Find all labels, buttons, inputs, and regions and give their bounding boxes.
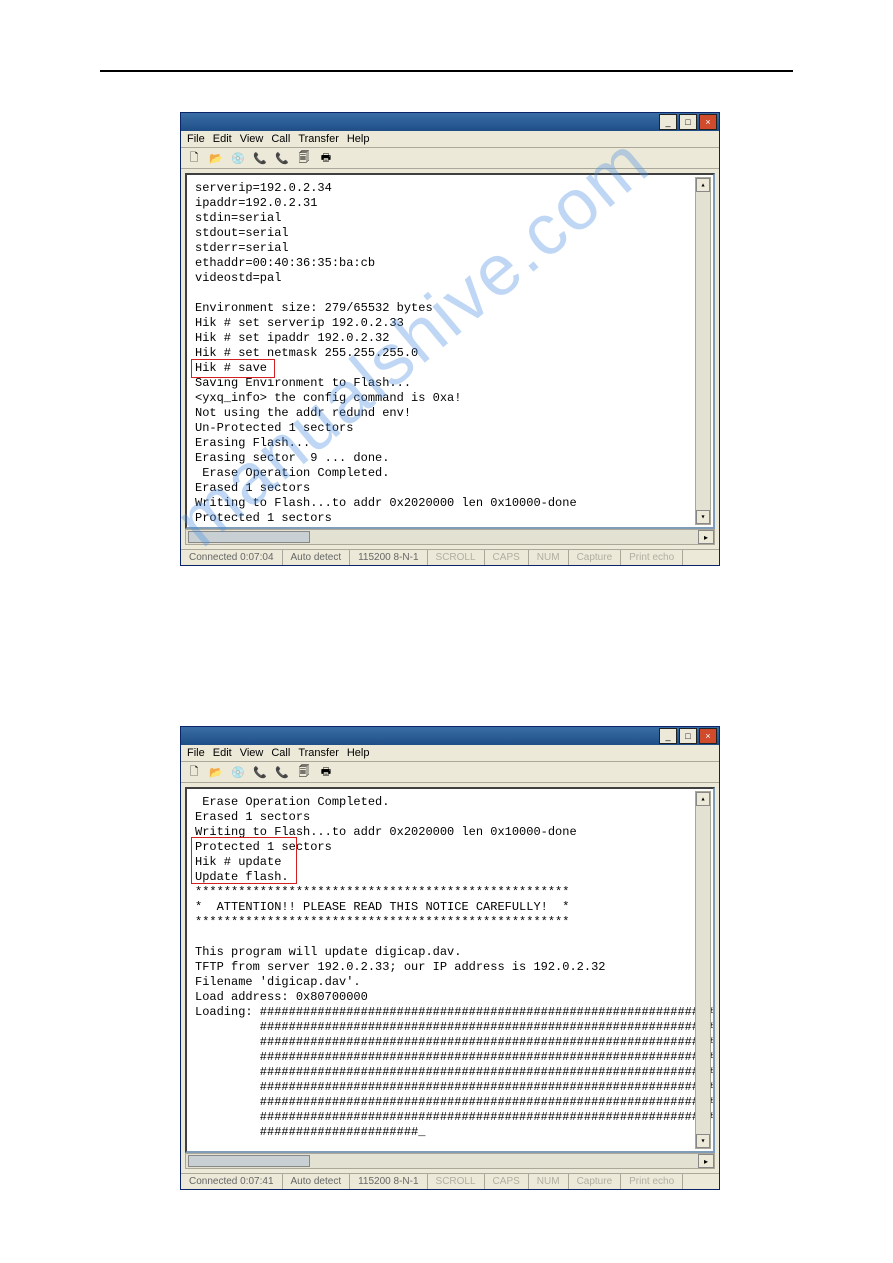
horizontal-scrollbar[interactable]: ▸ [185,1153,715,1169]
menu-transfer[interactable]: Transfer [298,133,339,145]
status-bar: Connected 0:07:04 Auto detect 115200 8-N… [181,549,719,565]
status-scroll: SCROLL [428,550,485,565]
menubar: File Edit View Call Transfer Help [181,131,719,148]
status-autodetect: Auto detect [283,1174,351,1189]
copy-icon[interactable]: 🗐 [295,764,313,780]
menu-edit[interactable]: Edit [213,133,232,145]
minimize-button[interactable]: _ [659,114,677,130]
page-divider [100,70,793,72]
status-num: NUM [529,550,569,565]
menu-help[interactable]: Help [347,133,370,145]
scroll-right-icon[interactable]: ▸ [698,1154,714,1168]
vertical-scrollbar[interactable]: ▴ ▾ [695,177,711,525]
disc-icon[interactable]: 💿 [229,764,247,780]
scroll-down-icon[interactable]: ▾ [696,510,710,524]
status-caps: CAPS [485,550,529,565]
titlebar: _ □ × [181,727,719,745]
status-connected: Connected 0:07:41 [181,1174,283,1189]
status-scroll: SCROLL [428,1174,485,1189]
status-encoding: 115200 8-N-1 [350,550,427,565]
minimize-button[interactable]: _ [659,728,677,744]
scroll-up-icon[interactable]: ▴ [696,792,710,806]
print-icon[interactable]: 🖶 [317,764,335,780]
menu-file[interactable]: File [187,747,205,759]
status-caps: CAPS [485,1174,529,1189]
maximize-button[interactable]: □ [679,114,697,130]
new-icon[interactable]: 🗋 [185,150,203,166]
status-printecho: Print echo [621,550,683,565]
terminal-text: Erase Operation Completed. Erased 1 sect… [195,795,715,1139]
hyperterminal-window-1: _ □ × File Edit View Call Transfer Help … [180,112,720,566]
open-icon[interactable]: 📂 [207,764,225,780]
status-printecho: Print echo [621,1174,683,1189]
copy-icon[interactable]: 🗐 [295,150,313,166]
disc-icon[interactable]: 💿 [229,150,247,166]
scroll-thumb[interactable] [188,531,310,543]
call-icon[interactable]: 📞 [251,150,269,166]
status-capture: Capture [569,550,622,565]
status-encoding: 115200 8-N-1 [350,1174,427,1189]
scroll-down-icon[interactable]: ▾ [696,1134,710,1148]
menubar: File Edit View Call Transfer Help [181,745,719,762]
status-num: NUM [529,1174,569,1189]
horizontal-scrollbar[interactable]: ▸ [185,529,715,545]
status-capture: Capture [569,1174,622,1189]
call-icon[interactable]: 📞 [251,764,269,780]
menu-help[interactable]: Help [347,747,370,759]
new-icon[interactable]: 🗋 [185,764,203,780]
menu-transfer[interactable]: Transfer [298,747,339,759]
print-icon[interactable]: 🖶 [317,150,335,166]
open-icon[interactable]: 📂 [207,150,225,166]
menu-call[interactable]: Call [271,747,290,759]
menu-file[interactable]: File [187,133,205,145]
close-button[interactable]: × [699,114,717,130]
toolbar: 🗋 📂 💿 📞 📞 🗐 🖶 [181,148,719,169]
status-autodetect: Auto detect [283,550,351,565]
status-connected: Connected 0:07:04 [181,550,283,565]
scroll-thumb[interactable] [188,1155,310,1167]
titlebar: _ □ × [181,113,719,131]
toolbar: 🗋 📂 💿 📞 📞 🗐 🖶 [181,762,719,783]
terminal-output[interactable]: Erase Operation Completed. Erased 1 sect… [185,787,715,1153]
menu-view[interactable]: View [240,133,264,145]
terminal-text: serverip=192.0.2.34 ipaddr=192.0.2.31 st… [195,181,577,529]
menu-edit[interactable]: Edit [213,747,232,759]
vertical-scrollbar[interactable]: ▴ ▾ [695,791,711,1149]
hangup-icon[interactable]: 📞 [273,764,291,780]
hangup-icon[interactable]: 📞 [273,150,291,166]
terminal-output[interactable]: serverip=192.0.2.34 ipaddr=192.0.2.31 st… [185,173,715,529]
scroll-right-icon[interactable]: ▸ [698,530,714,544]
menu-view[interactable]: View [240,747,264,759]
menu-call[interactable]: Call [271,133,290,145]
close-button[interactable]: × [699,728,717,744]
hyperterminal-window-2: _ □ × File Edit View Call Transfer Help … [180,726,720,1190]
scroll-up-icon[interactable]: ▴ [696,178,710,192]
status-bar: Connected 0:07:41 Auto detect 115200 8-N… [181,1173,719,1189]
maximize-button[interactable]: □ [679,728,697,744]
